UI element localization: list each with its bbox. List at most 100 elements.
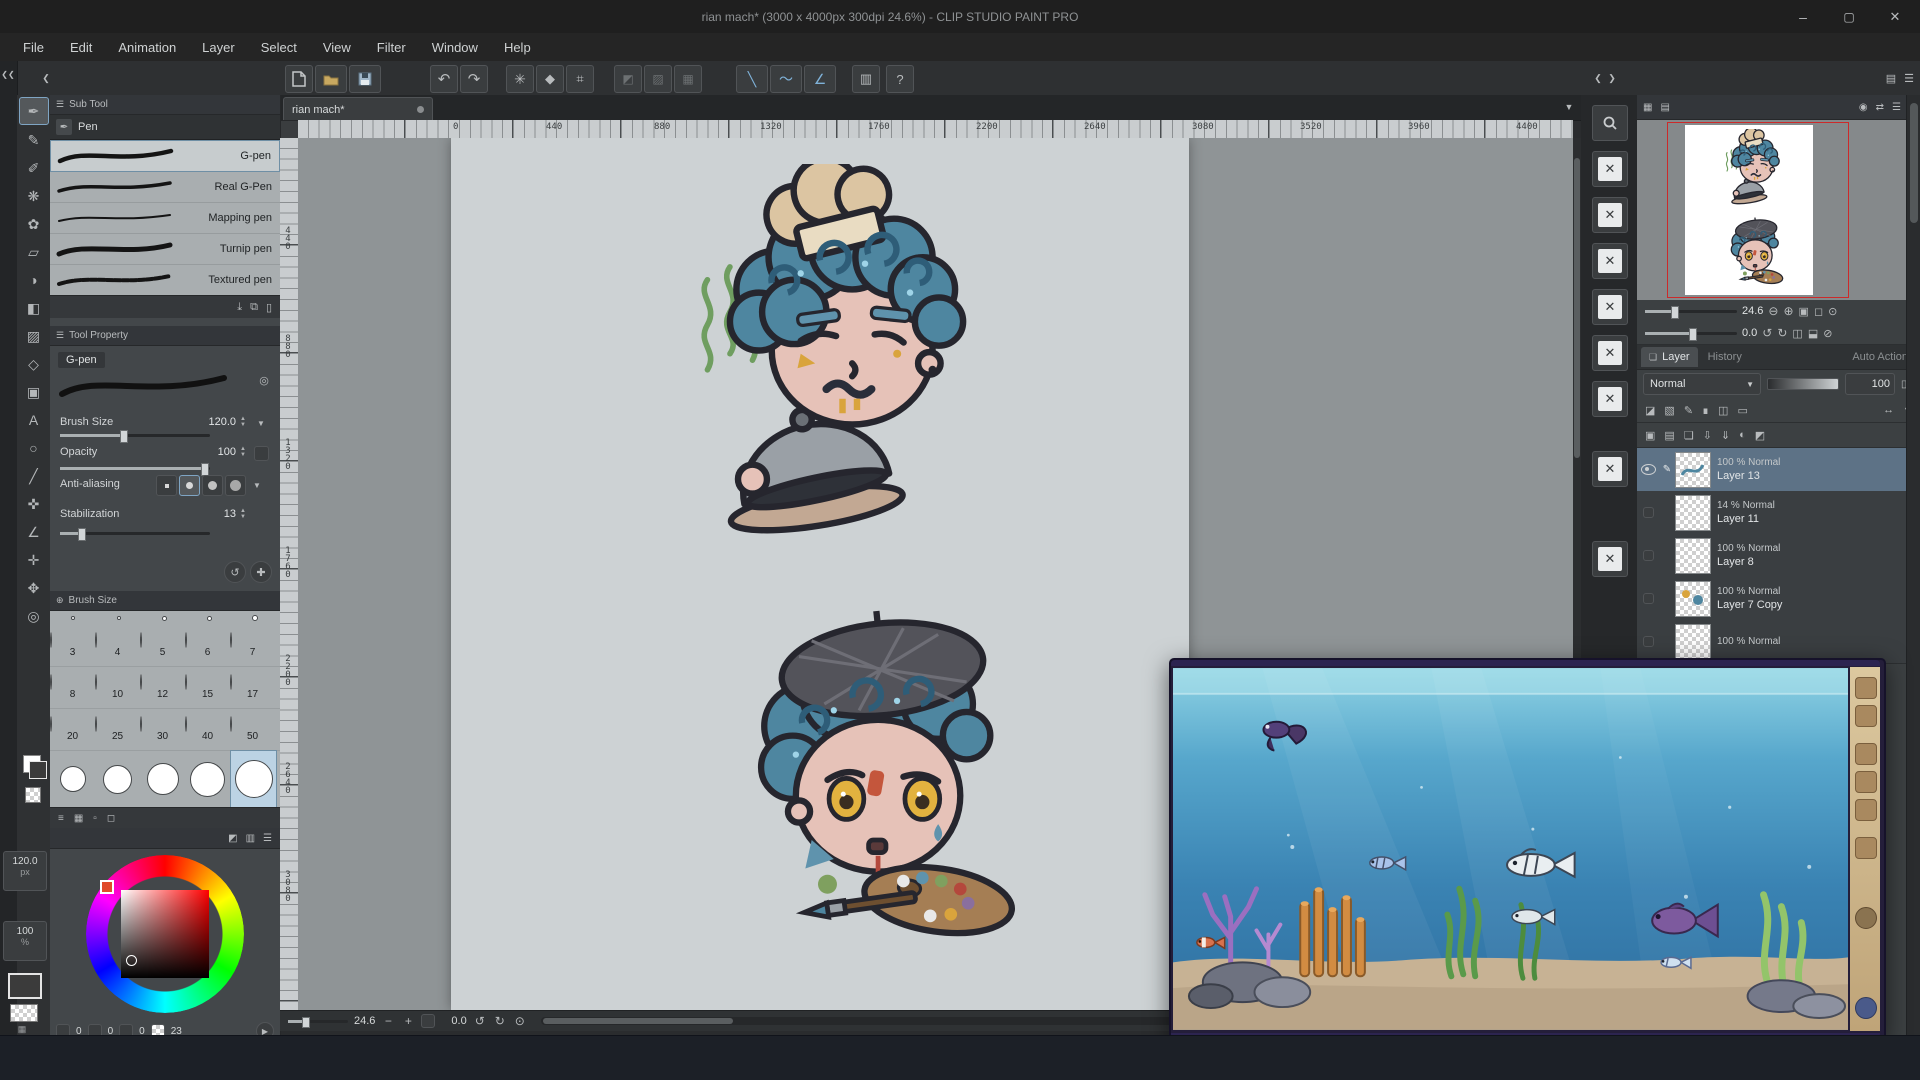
navigator-preview[interactable]	[1637, 120, 1920, 300]
rotate-left-icon[interactable]: ↺	[473, 1014, 487, 1028]
brush-size-cell[interactable]: 5	[140, 633, 185, 658]
menu-edit[interactable]: Edit	[57, 33, 105, 61]
layer-thumbnail[interactable]	[1675, 581, 1711, 617]
menu-animation[interactable]: Animation	[105, 33, 189, 61]
lock-transparent-icon[interactable]: ✎	[1684, 404, 1693, 417]
layer-visible-icon[interactable]	[1637, 593, 1659, 604]
nav-actual-size-icon[interactable]: ◻	[1814, 305, 1823, 318]
menu-layer[interactable]: Layer	[189, 33, 248, 61]
aquarium-tool-2[interactable]	[1855, 705, 1877, 727]
navigator-zoom-slider[interactable]	[1645, 310, 1737, 313]
clip-at-layer-icon[interactable]: ◪	[1645, 404, 1655, 417]
vscrollbar-thumb[interactable]	[1574, 158, 1580, 458]
tool-figure[interactable]: ◇	[20, 351, 48, 377]
import-subtool-icon[interactable]: ⤓	[237, 301, 242, 314]
brush-size-stepper[interactable]: ▲▼	[240, 416, 246, 428]
brush-size-cell[interactable]: 50	[230, 717, 275, 742]
stabilization-slider[interactable]	[60, 532, 210, 535]
brush-size-mini[interactable]: 120.0 px	[3, 851, 47, 891]
layer-row-11[interactable]: 14 % NormalLayer 11	[1637, 491, 1906, 535]
blend-mode-select[interactable]: Normal ▼	[1643, 373, 1761, 395]
layer-thumbnail[interactable]	[1675, 452, 1711, 488]
aquarium-tool-5[interactable]	[1855, 799, 1877, 821]
tool-property-header[interactable]: ☰ Tool Property	[50, 326, 280, 346]
reference-layer-icon[interactable]: ▭	[1737, 404, 1747, 417]
aquarium-titlebar[interactable]	[1171, 660, 1880, 666]
brush-size-panel-header[interactable]: ⊕ Brush Size	[50, 591, 280, 611]
merge-layer-icon[interactable]: ⇓	[1721, 429, 1730, 442]
stabilization-value[interactable]: 13	[190, 508, 236, 520]
aa-strong-button[interactable]	[225, 475, 246, 496]
material-palette-button-8[interactable]: ✕	[1592, 541, 1628, 577]
layer-row-7-copy[interactable]: 100 % NormalLayer 7 Copy	[1637, 577, 1906, 621]
layer-visible-icon[interactable]	[1637, 464, 1659, 475]
mask-layer-icon[interactable]: ◐	[1739, 429, 1746, 441]
menu-window[interactable]: Window	[419, 33, 491, 61]
brush-size-value[interactable]: 120.0	[190, 416, 236, 428]
brush-size-dot[interactable]	[207, 616, 212, 621]
brush-size-cell[interactable]	[185, 751, 230, 807]
expand-right-icon[interactable]: ❯	[1606, 69, 1618, 87]
tool-settings-icon[interactable]: ✚	[250, 561, 272, 583]
transparent-chip[interactable]	[10, 1004, 38, 1022]
reset-tool-icon[interactable]: ↺	[224, 561, 246, 583]
fit-screen-icon[interactable]	[421, 1014, 435, 1028]
lock-layer-icon[interactable]: ▧	[1664, 404, 1674, 417]
aquarium-tool-3[interactable]	[1855, 743, 1877, 765]
grid-icon[interactable]: ▥	[852, 65, 880, 93]
opacity-slider[interactable]	[60, 467, 210, 470]
layer-opacity-box[interactable]: 100	[1845, 373, 1895, 395]
new-raster-layer-icon[interactable]: ▣	[1645, 429, 1655, 442]
panel-menu-icon[interactable]: ☰	[1892, 102, 1901, 113]
color-menu-icon[interactable]: ☰	[263, 833, 272, 844]
brush-size-cell[interactable]: 4	[95, 633, 140, 658]
subtool-item-mapping-pen[interactable]: Mapping pen	[50, 203, 280, 234]
save-button[interactable]	[349, 65, 381, 93]
tool-zoom[interactable]: ◎	[20, 603, 48, 629]
tool-correct-line[interactable]: ✜	[20, 491, 48, 517]
tool-move[interactable]: ✥	[20, 575, 48, 601]
brush-size-cell[interactable]: 10	[95, 675, 140, 700]
brush-size-cell[interactable]: 12	[140, 675, 185, 700]
aa-dropdown-icon[interactable]: ▼	[250, 478, 264, 492]
subtool-item-textured-pen[interactable]: Textured pen	[50, 265, 280, 295]
tool-pen[interactable]: ✒	[19, 97, 49, 125]
brush-size-cell-selected[interactable]	[230, 750, 277, 807]
nav-rotate-right-icon[interactable]: ↻	[1777, 326, 1787, 340]
nav-flip-v-icon[interactable]: ⬓	[1808, 327, 1818, 340]
brush-size-cell[interactable]: 17	[230, 675, 275, 700]
brush-size-cell[interactable]	[95, 751, 140, 807]
menu-view[interactable]: View	[310, 33, 364, 61]
rotate-right-icon[interactable]: ↻	[493, 1014, 507, 1028]
brush-size-dot[interactable]	[117, 616, 121, 620]
view-small-icon[interactable]: ▫	[93, 813, 97, 824]
navigator-tab-icon[interactable]: ▦	[1643, 102, 1652, 113]
crop-icon[interactable]: ⌗	[566, 65, 594, 93]
brush-size-cell[interactable]: 30	[140, 717, 185, 742]
color-history-icon[interactable]: ▦	[12, 1024, 32, 1034]
nav-fit-icon[interactable]: ▣	[1799, 305, 1809, 318]
hue-marker[interactable]	[100, 880, 114, 894]
help-button[interactable]: ?	[886, 65, 914, 93]
aquarium-tool-4[interactable]	[1855, 771, 1877, 793]
tool-balloon[interactable]: ○	[20, 435, 48, 461]
brush-size-cell[interactable]: 7	[230, 633, 275, 658]
view-large-icon[interactable]: ◻	[107, 813, 115, 824]
brush-size-cell[interactable]	[50, 751, 95, 807]
main-color-swatch[interactable]	[29, 761, 47, 779]
maximize-button[interactable]: ▢	[1826, 0, 1872, 33]
tool-airbrush[interactable]: ❋	[20, 183, 48, 209]
brush-size-cell[interactable]	[140, 751, 185, 807]
zoom-out-icon[interactable]: −	[381, 1014, 395, 1028]
tool-ruler[interactable]: ∠	[20, 519, 48, 545]
subtool-item-real-gpen[interactable]: Real G-Pen	[50, 172, 280, 203]
brush-size-dot[interactable]	[71, 616, 75, 620]
open-file-button[interactable]	[315, 65, 347, 93]
aa-weak-button[interactable]	[179, 475, 200, 496]
material-palette-button-4[interactable]: ✕	[1592, 289, 1628, 325]
aa-middle-button[interactable]	[202, 475, 223, 496]
tab-list-icon[interactable]: ▼	[1561, 99, 1577, 115]
pin-icon[interactable]: ◎	[256, 372, 272, 388]
brush-size-dot[interactable]	[252, 615, 258, 621]
collapse-left2-icon[interactable]: ❮	[40, 69, 52, 87]
